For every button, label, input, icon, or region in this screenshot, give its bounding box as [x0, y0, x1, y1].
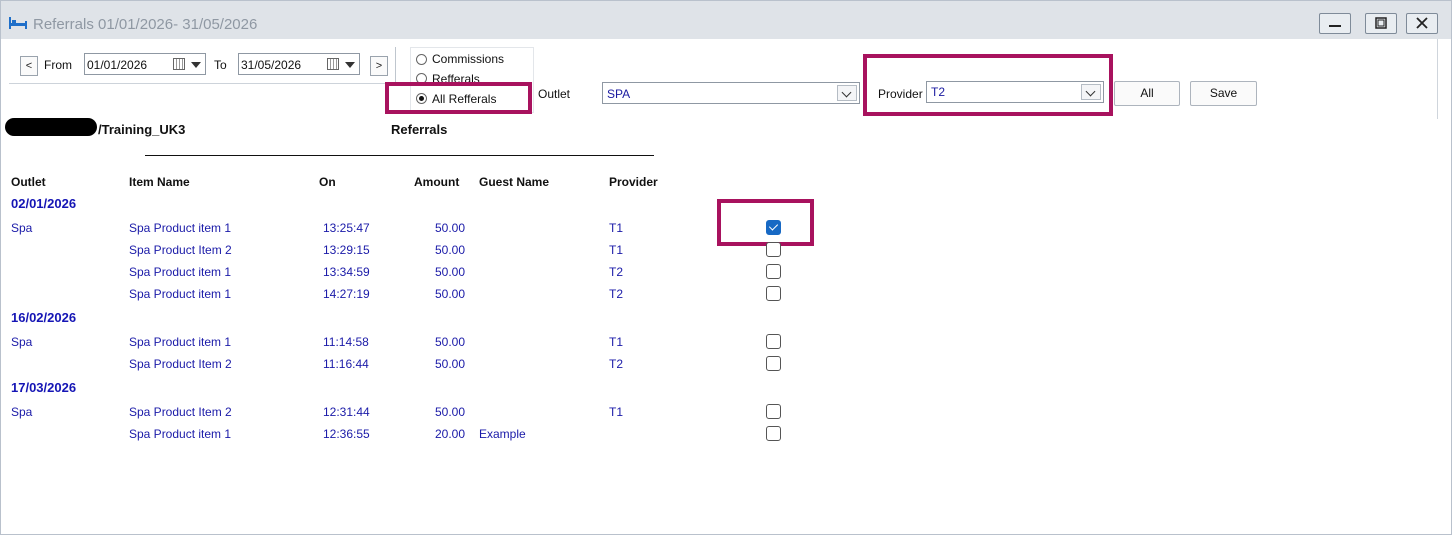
table-cell-time: 13:29:15: [323, 243, 370, 257]
table-cell-time: 11:16:44: [323, 357, 369, 371]
column-header-outlet: Outlet: [11, 175, 46, 189]
table-cell-amount: 50.00: [434, 221, 465, 235]
window-title: Referrals 01/01/2026- 31/05/2026: [33, 16, 258, 33]
table-cell-amount: 20.00: [434, 427, 465, 441]
to-date-picker[interactable]: 31/05/2026: [238, 53, 360, 75]
column-header-amount: Amount: [414, 175, 460, 189]
table-cell-time: 12:36:55: [323, 427, 370, 441]
column-header-item-name: Item Name: [129, 175, 190, 189]
chevron-down-icon[interactable]: [191, 62, 201, 68]
report-title: Referrals: [391, 122, 448, 137]
from-date-value: 01/01/2026: [87, 58, 148, 72]
from-date-picker[interactable]: 01/01/2026: [84, 53, 206, 75]
table-cell-time: 13:25:47: [323, 221, 370, 235]
toolbar-divider: [395, 47, 396, 83]
table-cell-item-name: Spa Product item 1: [129, 427, 232, 441]
outlet-select[interactable]: SPA: [602, 82, 860, 104]
column-header-on: On: [319, 175, 336, 189]
table-cell-provider: T1: [609, 243, 624, 257]
outlet-label: Outlet: [538, 87, 571, 101]
highlight-provider: [863, 54, 1113, 116]
to-date-value: 31/05/2026: [241, 58, 302, 72]
table-cell-outlet: Spa: [11, 221, 33, 235]
window-edge-line: [1437, 39, 1438, 119]
table-cell-amount: 50.00: [434, 287, 465, 301]
table-cell-guest-name: Example: [479, 427, 526, 441]
table-cell-amount: 50.00: [434, 335, 465, 349]
row-checkbox[interactable]: [766, 404, 781, 419]
row-checkbox[interactable]: [766, 356, 781, 371]
save-button[interactable]: Save: [1190, 81, 1257, 106]
radio-commissions[interactable]: [416, 54, 427, 65]
row-checkbox-checked[interactable]: [766, 220, 781, 235]
table-cell-time: 13:34:59: [323, 265, 370, 279]
title-bar: Referrals 01/01/2026- 31/05/2026: [1, 1, 1451, 39]
highlight-all-refferals: [385, 82, 532, 114]
chevron-down-icon[interactable]: [345, 62, 355, 68]
close-button[interactable]: [1406, 13, 1438, 34]
calendar-icon[interactable]: [327, 58, 339, 70]
report-divider: [145, 155, 654, 156]
table-cell-item-name: Spa Product item 1: [129, 287, 232, 301]
table-cell-item-name: Spa Product Item 2: [129, 405, 232, 419]
row-checkbox[interactable]: [766, 426, 781, 441]
table-cell-provider: T1: [609, 221, 624, 235]
outlet-value: SPA: [607, 87, 631, 101]
column-header-guest-name: Guest Name: [479, 175, 550, 189]
row-checkbox[interactable]: [766, 264, 781, 279]
radio-commissions-label[interactable]: Commissions: [432, 52, 504, 66]
from-label: From: [44, 58, 72, 72]
row-checkbox[interactable]: [766, 286, 781, 301]
chevron-down-icon: [841, 87, 852, 98]
table-cell-outlet: Spa: [11, 405, 33, 419]
bed-icon: [9, 17, 27, 29]
table-cell-item-name: Spa Product item 1: [129, 335, 232, 349]
table-cell-provider: T1: [609, 335, 624, 349]
redacted-text: [5, 118, 97, 136]
table-cell-item-name: Spa Product Item 2: [129, 357, 232, 371]
table-cell-amount: 50.00: [434, 265, 465, 279]
date-group-header: 02/01/2026: [11, 196, 77, 211]
table-cell-provider: T2: [609, 357, 624, 371]
referrals-window: Referrals 01/01/2026- 31/05/2026 < From …: [0, 0, 1452, 535]
maximize-button[interactable]: [1365, 13, 1397, 34]
minimize-button[interactable]: [1319, 13, 1351, 34]
minimize-icon: [1329, 25, 1341, 27]
close-icon: [1416, 17, 1428, 29]
table-cell-item-name: Spa Product item 1: [129, 265, 232, 279]
table-cell-amount: 50.00: [434, 357, 465, 371]
date-group-header: 16/02/2026: [11, 310, 77, 325]
previous-period-button[interactable]: <: [20, 56, 38, 76]
outlet-dropdown-button[interactable]: [837, 85, 857, 101]
table-cell-provider: T1: [609, 405, 624, 419]
maximize-icon: [1375, 17, 1387, 29]
table-cell-outlet: Spa: [11, 335, 33, 349]
table-cell-time: 12:31:44: [323, 405, 370, 419]
table-cell-provider: T2: [609, 265, 624, 279]
table-cell-time: 14:27:19: [323, 287, 370, 301]
row-checkbox[interactable]: [766, 334, 781, 349]
row-checkbox[interactable]: [766, 242, 781, 257]
calendar-icon[interactable]: [173, 58, 185, 70]
date-group-header: 17/03/2026: [11, 380, 77, 395]
table-cell-item-name: Spa Product Item 2: [129, 243, 232, 257]
table-cell-amount: 50.00: [434, 405, 465, 419]
table-cell-amount: 50.00: [434, 243, 465, 257]
table-cell-time: 11:14:58: [323, 335, 369, 349]
next-period-button[interactable]: >: [370, 56, 388, 76]
table-cell-item-name: Spa Product item 1: [129, 221, 232, 235]
all-button[interactable]: All: [1114, 81, 1180, 106]
to-label: To: [214, 58, 227, 72]
table-cell-provider: T2: [609, 287, 624, 301]
report-path: /Training_UK3: [98, 122, 186, 137]
column-header-provider: Provider: [609, 175, 658, 189]
